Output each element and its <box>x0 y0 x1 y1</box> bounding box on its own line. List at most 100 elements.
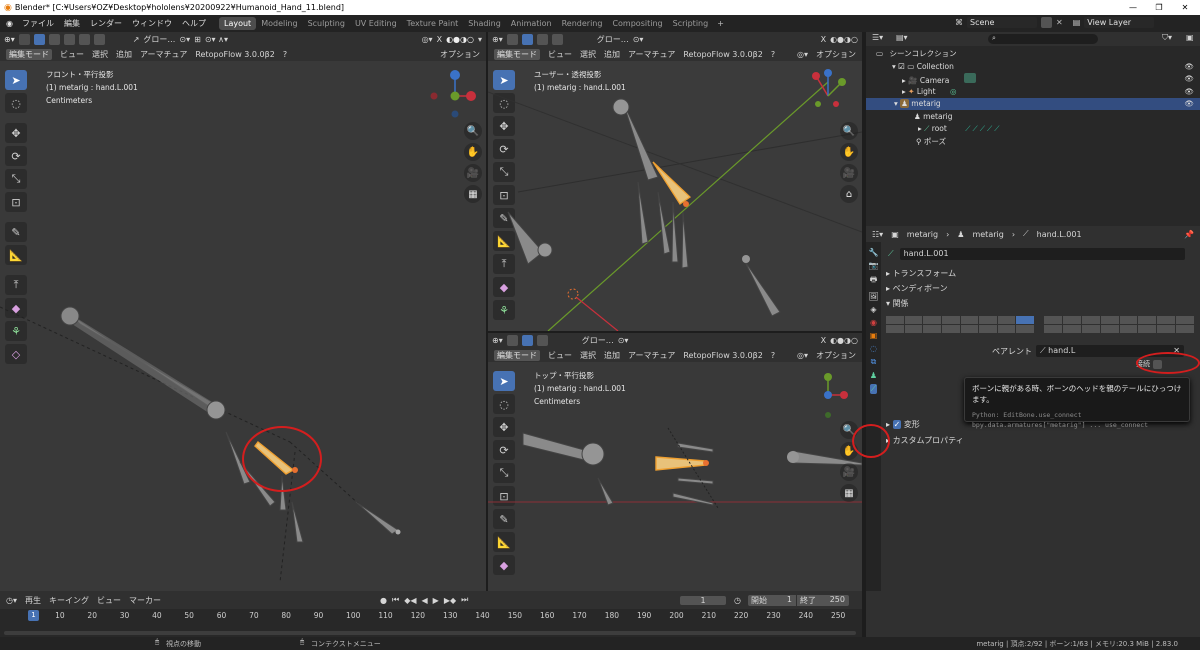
tab-modeling[interactable]: Modeling <box>256 17 302 30</box>
tab-layout[interactable]: Layout <box>218 17 257 30</box>
expand-arrow-icon[interactable]: ▾ <box>894 99 898 108</box>
bone-name-field[interactable]: hand.L.001 <box>899 248 1185 260</box>
bone-layers-2[interactable] <box>1044 316 1194 333</box>
zoom-icon[interactable]: 🔍 <box>840 122 858 140</box>
visibility-eye-icon[interactable]: 👁 <box>1184 61 1194 73</box>
user-viewport[interactable]: ⊕▾ グロー… ⊙▾ X ◐●◑○ 編集モード ビュー 選択 追加 アーマチュア… <box>488 32 862 331</box>
view-layer-tab-icon[interactable]: 🖼 <box>868 292 878 301</box>
visibility-eye-icon[interactable]: 👁 <box>1184 73 1194 85</box>
end-frame-field[interactable]: 終了 250 <box>797 594 849 606</box>
visibility-eye-icon[interactable]: 👁 <box>1184 98 1194 110</box>
timeline-scrollbar[interactable] <box>4 631 856 635</box>
front-viewport[interactable]: ⊕▾ ↗ グロー… ⊙▾ ⊞ ⊙▾ ∧▾ ◎▾ X ◐●◑○ ▾ 編集モード ビ… <box>0 32 486 591</box>
menu-marker[interactable]: マーカー <box>129 595 161 606</box>
tab-uv-editing[interactable]: UV Editing <box>350 17 402 30</box>
display-mode-icon[interactable]: ▤▾ <box>896 33 908 42</box>
record-icon[interactable]: ● <box>380 596 387 605</box>
outliner-row-collection[interactable]: ▾ ☑ ▭ Collection 👁 <box>866 61 1200 73</box>
tool-tab-icon[interactable]: 🔧 <box>869 248 879 257</box>
properties-editor-icon[interactable]: ☷▾ <box>872 230 883 239</box>
bone-layers[interactable] <box>886 316 1034 333</box>
grid-ortho-icon[interactable]: ▦ <box>840 484 858 502</box>
outliner-row-pose[interactable]: ⚲ ポーズ <box>866 136 1200 148</box>
panel-bendy-bones[interactable]: ▸ ベンディボーン <box>886 283 948 294</box>
panel-transform[interactable]: ▸ トランスフォーム <box>886 268 956 279</box>
close-icon[interactable]: ✕ <box>1172 0 1198 15</box>
outliner-editor-icon[interactable]: ☰▾ <box>872 33 883 42</box>
view-layer-selector[interactable]: View Layer <box>1084 17 1155 28</box>
new-collection-icon[interactable]: ▣ <box>1186 33 1194 42</box>
playhead[interactable]: 1 <box>28 610 39 621</box>
jump-end-icon[interactable]: ⏭ <box>461 595 468 605</box>
constraints-tab-icon[interactable]: ⧉ <box>871 357 877 367</box>
perspective-icon[interactable]: ⌂ <box>840 185 858 203</box>
minimize-icon[interactable]: — <box>1120 0 1146 15</box>
jump-start-icon[interactable]: ⏮ <box>392 595 399 605</box>
play-icon[interactable]: ▶ <box>433 596 439 605</box>
camera-icon[interactable]: 🎥 <box>840 463 858 481</box>
navigation-gizmo[interactable] <box>804 68 862 128</box>
expand-arrow-icon[interactable]: ▸ <box>902 76 906 85</box>
panel-deform[interactable]: ▸ ✓ 変形 <box>886 419 920 430</box>
outliner-row-scene-collection[interactable]: ▭ シーンコレクション <box>866 48 1200 60</box>
menu-render[interactable]: レンダー <box>85 18 127 29</box>
outliner-row-light[interactable]: ▸ ✦ Light ◎ 👁 <box>866 86 1200 98</box>
maximize-icon[interactable]: ❐ <box>1146 0 1172 15</box>
top-viewport[interactable]: ⊕▾ グロー… ⊙▾ X ◐●◑○ 編集モード ビュー 選択 追加 アーマチュア… <box>488 333 862 591</box>
object-tab-icon[interactable]: ▣ <box>870 331 878 340</box>
render-tab-icon[interactable]: 📷 <box>869 261 879 270</box>
current-frame-field[interactable]: 1 <box>680 595 726 605</box>
tab-rendering[interactable]: Rendering <box>557 17 608 30</box>
delete-scene-icon[interactable]: ✕ <box>1056 18 1063 27</box>
physics-tab-icon[interactable]: ◌ <box>870 344 877 353</box>
scene-tab-icon[interactable]: ◈ <box>870 305 876 314</box>
filter-icon[interactable]: ⛉▾ <box>1162 33 1172 43</box>
tab-scripting[interactable]: Scripting <box>668 17 714 30</box>
output-tab-icon[interactable]: 🖶 <box>870 274 878 288</box>
pan-hand-icon[interactable]: ✋ <box>840 143 858 161</box>
menu-playback[interactable]: 再生 <box>25 595 41 606</box>
tab-compositing[interactable]: Compositing <box>607 17 667 30</box>
play-reverse-icon[interactable]: ◀ <box>422 596 428 605</box>
armature-data-tab-icon[interactable]: ♟ <box>870 371 877 380</box>
prev-key-icon[interactable]: ◆◀ <box>404 596 416 605</box>
start-frame-field[interactable]: 開始 1 <box>748 594 796 606</box>
add-workspace-icon[interactable]: + <box>717 19 724 28</box>
preview-range-icon[interactable]: ◷ <box>734 596 741 605</box>
menu-file[interactable]: ファイル <box>17 18 59 29</box>
expand-arrow-icon[interactable]: ▾ <box>892 62 896 71</box>
outliner-row-metarig-object[interactable]: ▾ ♟ metarig 👁 <box>866 98 1200 110</box>
menu-view[interactable]: ビュー <box>97 595 121 606</box>
pin-icon[interactable]: 📌 <box>1184 230 1194 239</box>
breadcrumb-object[interactable]: metarig <box>907 230 938 239</box>
tab-texture-paint[interactable]: Texture Paint <box>402 17 464 30</box>
deform-checkbox[interactable]: ✓ <box>892 420 902 429</box>
menu-keying[interactable]: キーイング <box>49 595 89 606</box>
timeline-editor-icon[interactable]: ◷▾ <box>6 596 17 605</box>
tab-shading[interactable]: Shading <box>463 17 506 30</box>
checkbox-icon[interactable]: ☑ <box>898 62 905 71</box>
new-scene-icon[interactable] <box>1041 17 1052 28</box>
next-key-icon[interactable]: ▶◆ <box>444 596 456 605</box>
blender-menu-icon[interactable]: ◉ <box>6 19 13 28</box>
visibility-eye-icon[interactable]: 👁 <box>1184 86 1194 98</box>
armature-bones[interactable] <box>0 32 486 591</box>
scene-selector[interactable]: Scene <box>967 17 1037 28</box>
breadcrumb-armature[interactable]: metarig <box>972 230 1003 239</box>
bone-tab-icon[interactable]: ⟋ <box>869 384 878 394</box>
camera-icon[interactable]: 🎥 <box>840 164 858 182</box>
tab-animation[interactable]: Animation <box>506 17 557 30</box>
tab-sculpting[interactable]: Sculpting <box>303 17 350 30</box>
expand-arrow-icon[interactable]: ▸ <box>902 87 906 96</box>
outliner-row-metarig-data[interactable]: ♟ metarig <box>866 111 1200 123</box>
world-tab-icon[interactable]: ◉ <box>870 318 877 327</box>
menu-window[interactable]: ウィンドウ <box>127 18 177 29</box>
outliner-search-input[interactable]: ⌕ <box>988 34 1098 44</box>
outliner-row-camera[interactable]: ▸ 🎥 Camera 👁 <box>866 73 1200 85</box>
top-scene[interactable] <box>488 333 862 591</box>
panel-custom-properties[interactable]: ▸ カスタムプロパティ <box>886 435 964 446</box>
panel-relations[interactable]: ▾ 関係 <box>886 298 909 309</box>
menu-help[interactable]: ヘルプ <box>177 18 211 29</box>
outliner-row-root-bone[interactable]: ▸ ⟋ root ⟋⟋⟋⟋⟋ <box>866 123 1200 135</box>
breadcrumb-bone[interactable]: hand.L.001 <box>1037 230 1082 239</box>
